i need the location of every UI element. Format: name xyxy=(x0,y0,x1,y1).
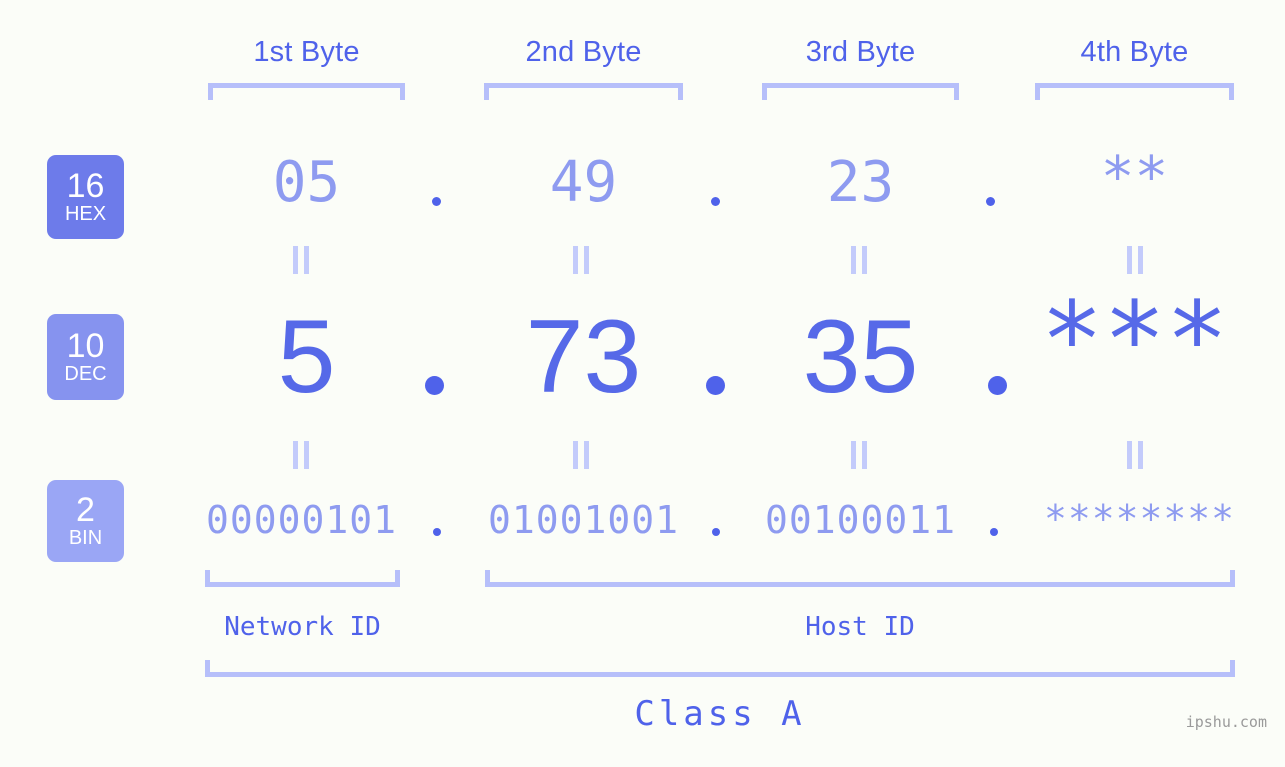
hex-byte-3: 23 xyxy=(826,150,895,215)
ip-byte-breakdown-diagram: 1st Byte 2nd Byte 3rd Byte 4th Byte 16 H… xyxy=(0,0,1285,767)
bin-byte-3: 00100011 xyxy=(764,498,957,542)
equals-mark-dec-bin-2 xyxy=(568,441,594,469)
class-label: Class A xyxy=(634,694,806,734)
radix-badge-bin-number: 2 xyxy=(76,491,95,529)
dec-byte-4: *** xyxy=(1040,279,1229,401)
equals-mark-hex-dec-4 xyxy=(1122,246,1148,274)
hex-byte-4: ** xyxy=(1100,145,1169,210)
class-bracket xyxy=(205,660,1235,677)
dec-dot-3 xyxy=(988,376,1007,395)
radix-badge-dec-word: DEC xyxy=(64,363,107,385)
hex-dot-3 xyxy=(986,197,995,206)
hex-byte-2: 49 xyxy=(549,150,618,215)
bin-byte-1: 00000101 xyxy=(205,498,398,542)
dec-dot-1 xyxy=(425,376,444,395)
hex-dot-2 xyxy=(711,197,720,206)
byte-header-2: 2nd Byte xyxy=(525,36,642,68)
bin-dot-2 xyxy=(712,528,720,536)
bin-byte-4: ******** xyxy=(1043,497,1236,541)
byte-bracket-4 xyxy=(1035,83,1234,100)
dec-byte-1: 5 xyxy=(277,299,336,415)
byte-bracket-3 xyxy=(762,83,959,100)
hex-dot-1 xyxy=(432,197,441,206)
network-id-bracket xyxy=(205,570,400,587)
radix-badge-hex: 16 HEX xyxy=(47,155,124,239)
bin-dot-3 xyxy=(990,528,998,536)
host-id-bracket xyxy=(485,570,1235,587)
dec-byte-3: 35 xyxy=(802,299,919,415)
bin-dot-1 xyxy=(433,528,441,536)
dec-dot-2 xyxy=(706,376,725,395)
radix-badge-dec-number: 10 xyxy=(66,327,105,365)
radix-badge-hex-number: 16 xyxy=(66,167,105,205)
site-watermark: ipshu.com xyxy=(1185,713,1267,731)
byte-header-4: 4th Byte xyxy=(1080,36,1189,68)
equals-mark-dec-bin-3 xyxy=(846,441,872,469)
radix-badge-bin-word: BIN xyxy=(68,527,103,549)
byte-header-1: 1st Byte xyxy=(253,36,360,68)
byte-header-3: 3rd Byte xyxy=(805,36,916,68)
bin-byte-2: 01001001 xyxy=(487,498,680,542)
byte-bracket-1 xyxy=(208,83,405,100)
equals-mark-hex-dec-1 xyxy=(288,246,314,274)
byte-bracket-2 xyxy=(484,83,683,100)
hex-byte-1: 05 xyxy=(272,150,341,215)
network-id-label: Network ID xyxy=(224,612,381,642)
equals-mark-dec-bin-1 xyxy=(288,441,314,469)
radix-badge-hex-word: HEX xyxy=(64,203,107,225)
equals-mark-hex-dec-3 xyxy=(846,246,872,274)
equals-mark-hex-dec-2 xyxy=(568,246,594,274)
host-id-label: Host ID xyxy=(805,612,915,642)
equals-mark-dec-bin-4 xyxy=(1122,441,1148,469)
dec-byte-2: 73 xyxy=(525,299,642,415)
radix-badge-bin: 2 BIN xyxy=(47,480,124,562)
radix-badge-dec: 10 DEC xyxy=(47,314,124,400)
